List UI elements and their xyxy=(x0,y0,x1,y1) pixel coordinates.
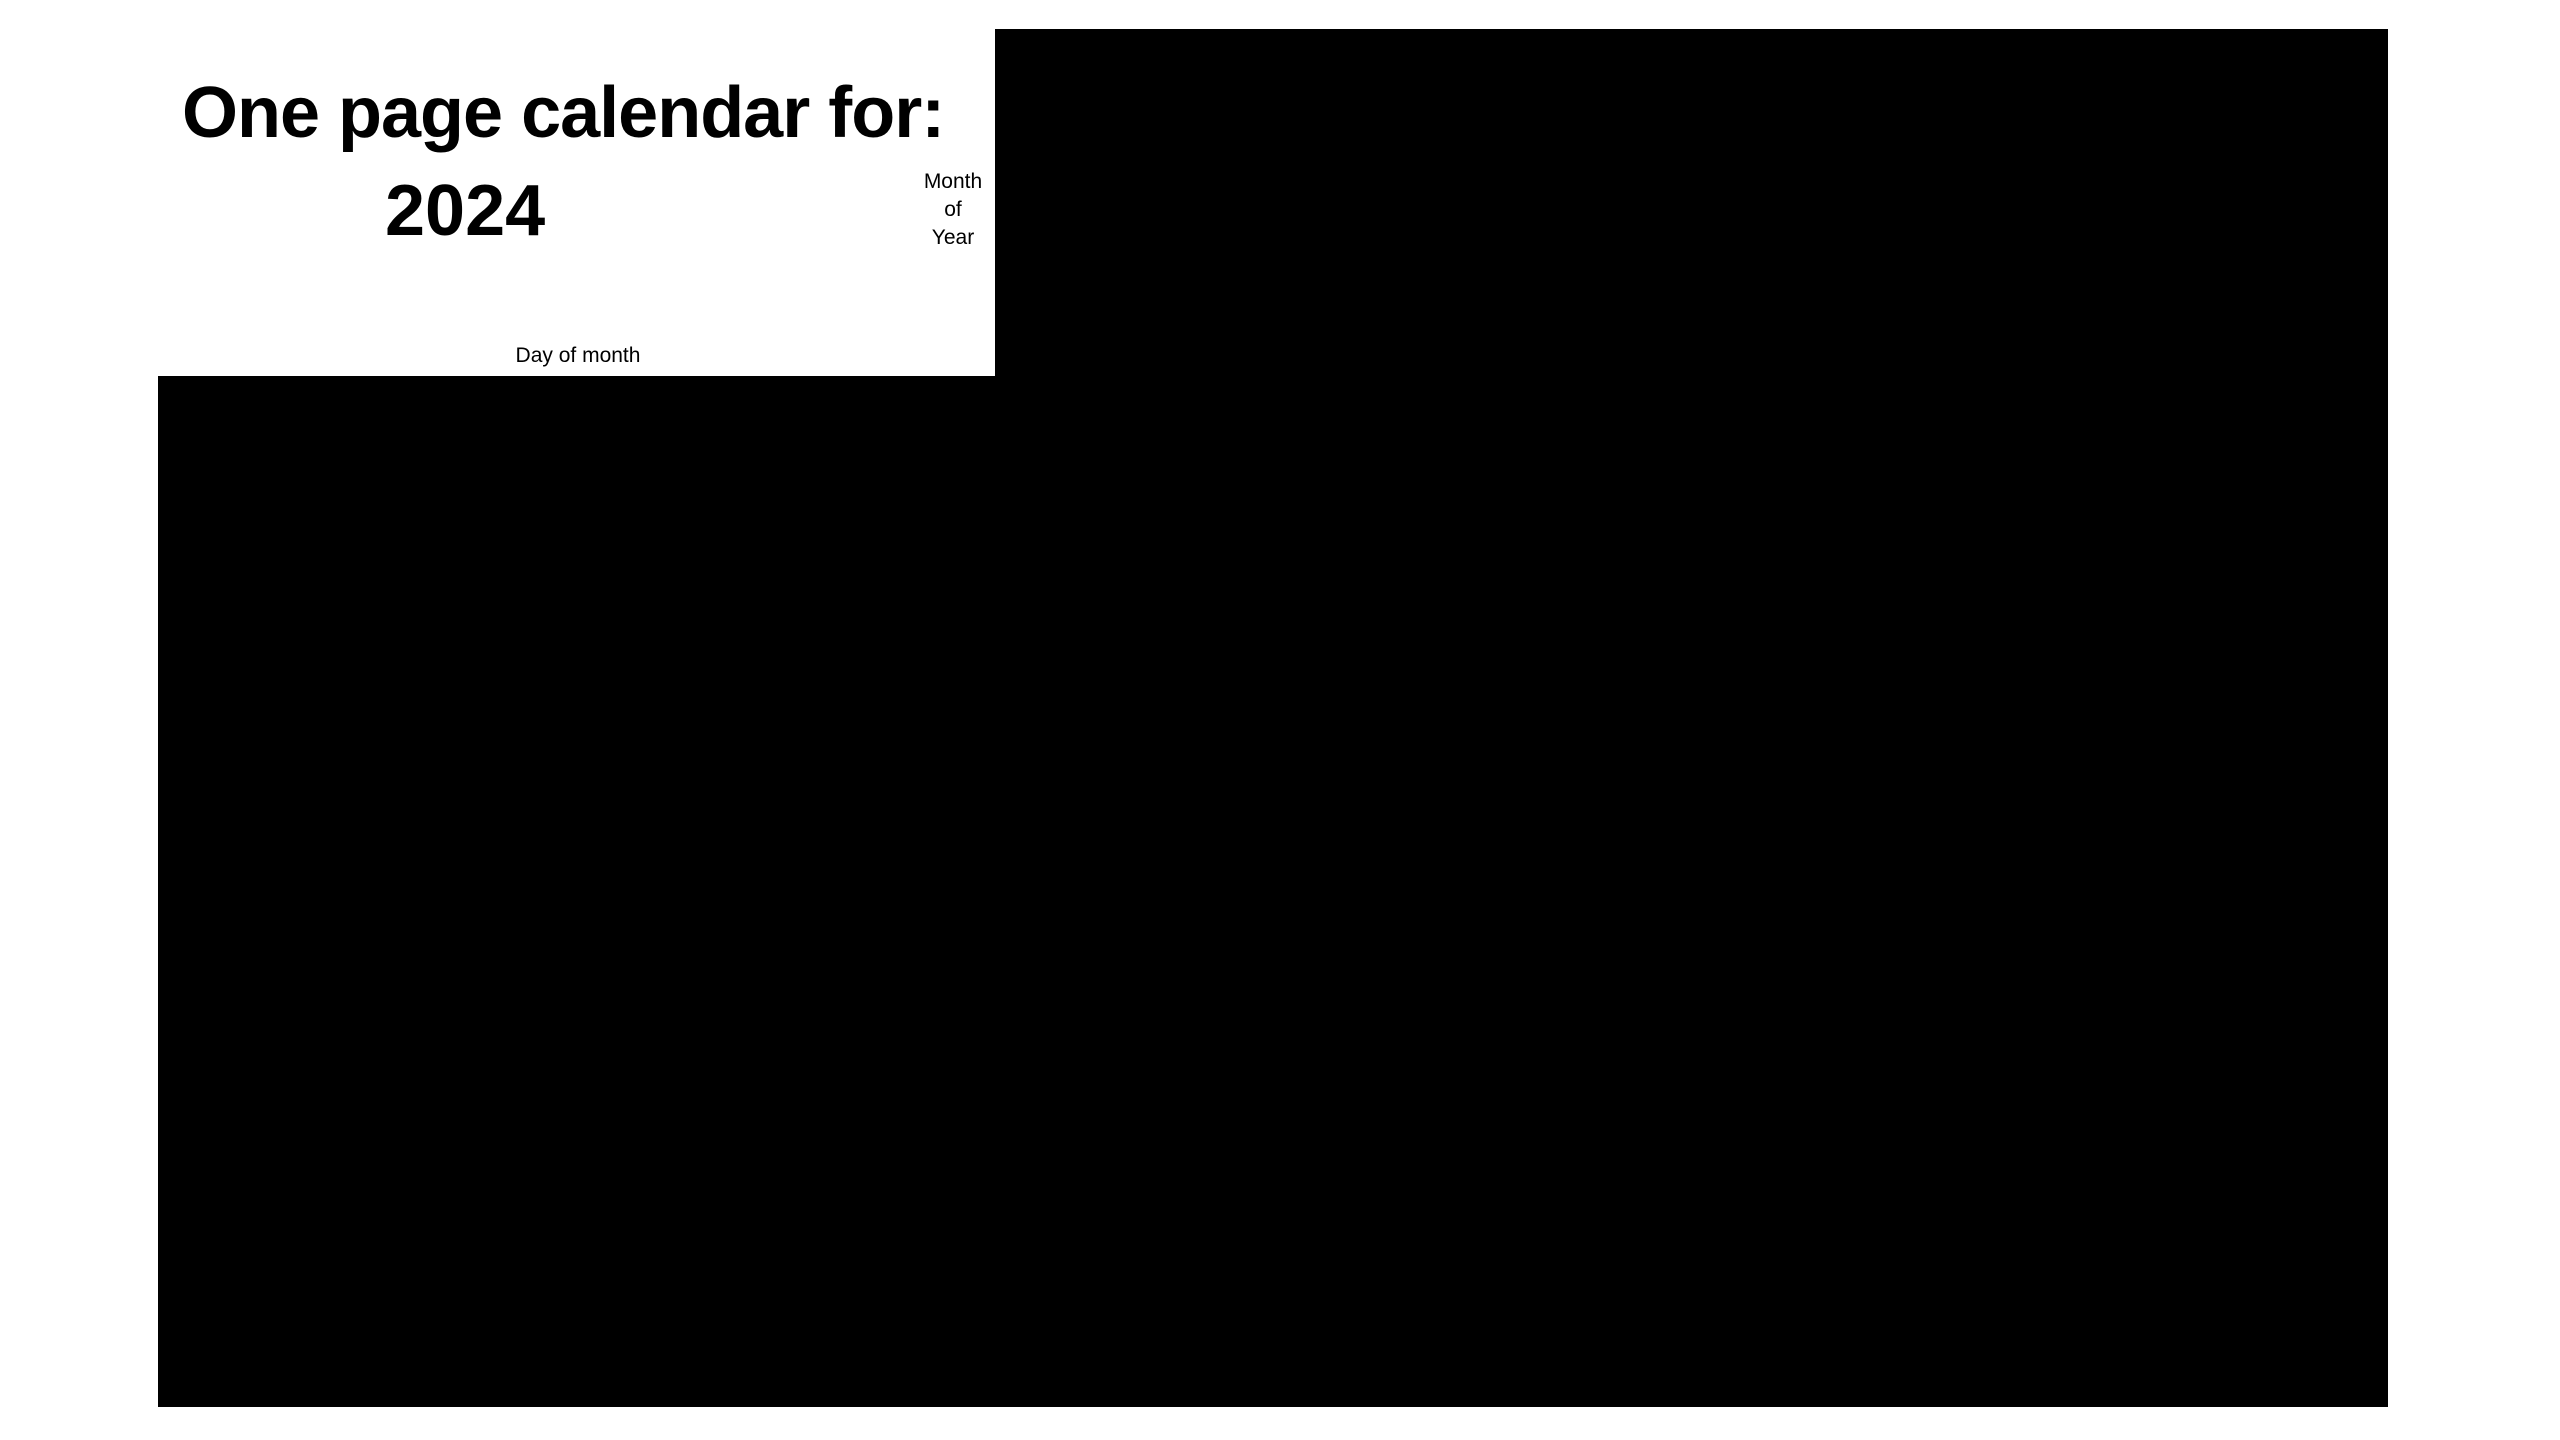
day-of-month-grid-frame xyxy=(158,376,1010,1407)
month-grid-frame xyxy=(995,29,2388,392)
month-of-year-label-line: of xyxy=(944,198,962,221)
day-of-week-grid-frame xyxy=(994,376,2388,1407)
month-of-year-label-line: Month xyxy=(923,170,983,193)
month-of-year-label-line: Year xyxy=(931,226,975,249)
calendar-title: One page calendar for: xyxy=(182,73,945,153)
month-of-year-label: Month of Year xyxy=(908,168,998,252)
day-of-week-label: Day of week xyxy=(1654,396,1770,419)
day-of-month-label: Day of month xyxy=(515,344,641,367)
calendar-year: 2024 xyxy=(385,171,546,251)
